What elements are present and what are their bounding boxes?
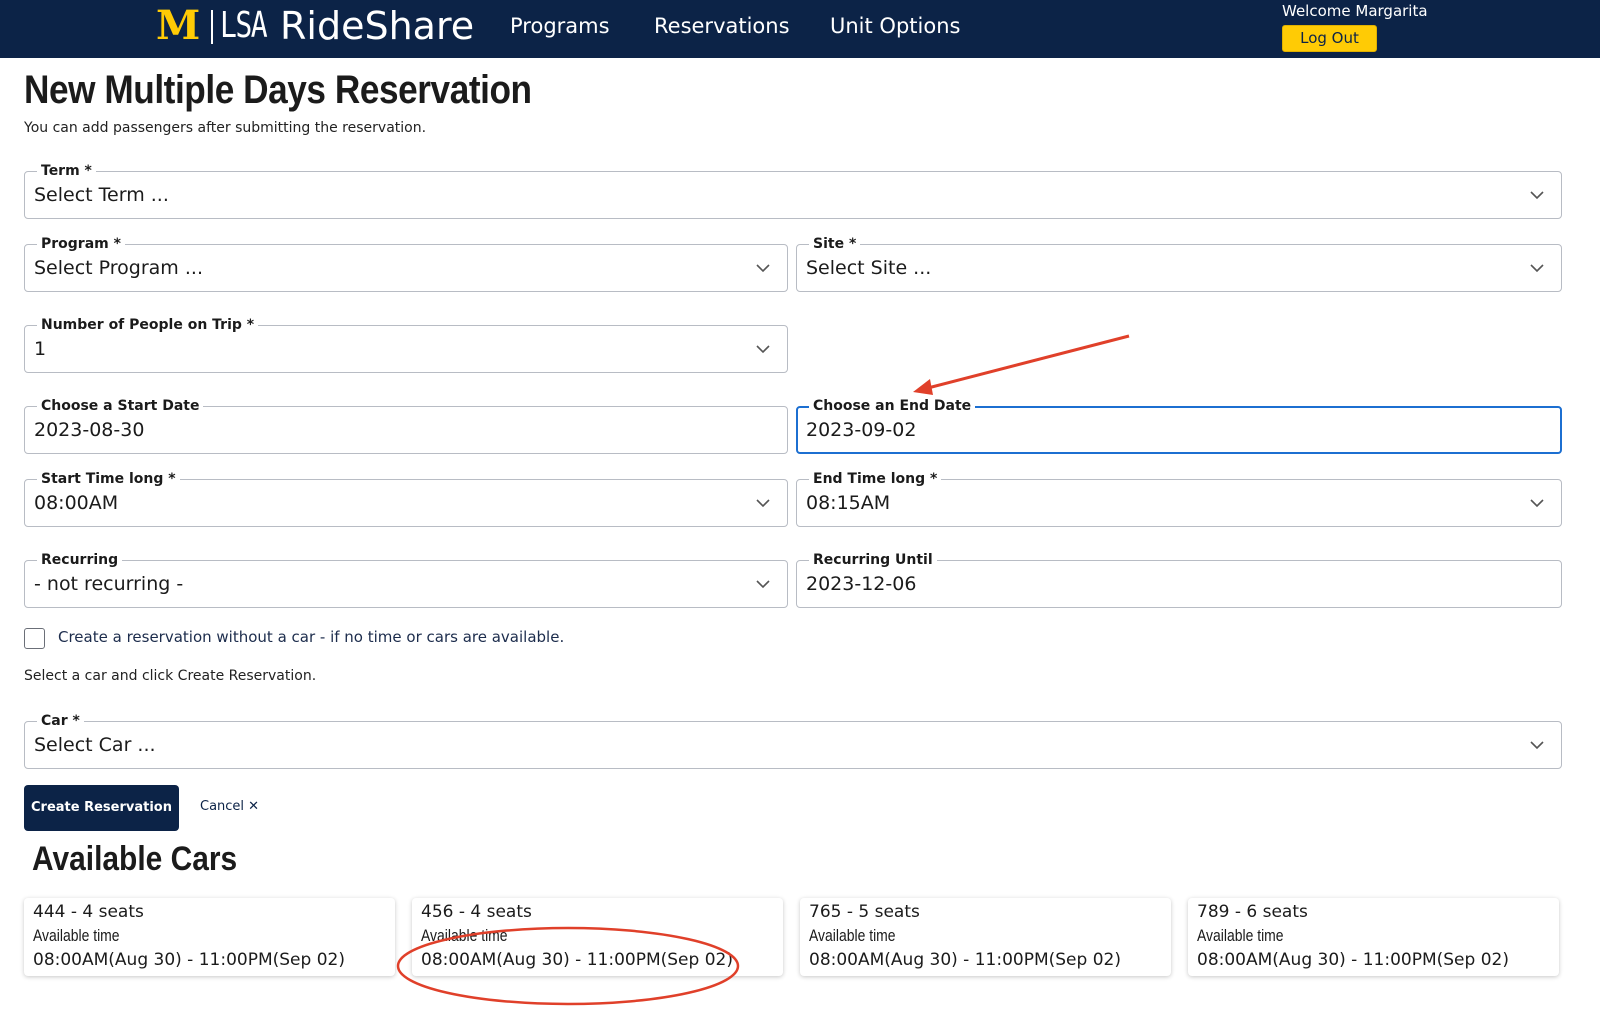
term-value: Select Term ... [34,184,169,206]
nav-unit-options[interactable]: Unit Options [830,12,960,40]
car-card[interactable]: 456 - 4 seats Available time 08:00AM(Aug… [412,898,783,976]
site-select[interactable]: Site * Select Site ... [796,235,1562,292]
chevron-down-icon [1530,741,1544,750]
end-time-value: 08:15AM [806,492,891,514]
page-title: New Multiple Days Reservation [24,68,532,112]
end-date-value: 2023-09-02 [806,419,917,441]
car-card[interactable]: 444 - 4 seats Available time 08:00AM(Aug… [24,898,395,976]
program-value: Select Program ... [34,257,203,279]
recurring-until-label: Recurring Until [809,551,937,569]
welcome-text: Welcome Margarita [1282,2,1428,20]
available-cars-title: Available Cars [32,840,238,878]
chevron-down-icon [756,499,770,508]
program-label: Program * [37,235,125,253]
annotation-arrow [923,334,1130,391]
car-card[interactable]: 765 - 5 seats Available time 08:00AM(Aug… [800,898,1171,976]
car-card-time: 08:00AM(Aug 30) - 11:00PM(Sep 02) [809,950,1121,970]
end-date-input[interactable]: Choose an End Date 2023-09-02 [796,397,1562,454]
car-card-title: 456 - 4 seats [421,902,532,922]
car-label: Car * [37,712,84,730]
car-card-label: Available time [421,926,508,945]
recurring-until-value: 2023-12-06 [806,573,917,595]
nav-programs[interactable]: Programs [510,12,610,40]
recurring-select[interactable]: Recurring - not recurring - [24,551,788,608]
recurring-until-input[interactable]: Recurring Until 2023-12-06 [796,551,1562,608]
program-select[interactable]: Program * Select Program ... [24,235,788,292]
start-date-value: 2023-08-30 [34,419,145,441]
chevron-down-icon [756,264,770,273]
end-time-label: End Time long * [809,470,942,488]
chevron-down-icon [1530,264,1544,273]
lsa-logo-text[interactable]: LSA [220,6,268,46]
end-time-select[interactable]: End Time long * 08:15AM [796,470,1562,527]
start-date-label: Choose a Start Date [37,397,204,415]
car-card[interactable]: 789 - 6 seats Available time 08:00AM(Aug… [1188,898,1559,976]
car-card-label: Available time [809,926,896,945]
logo-divider [211,10,213,44]
site-label: Site * [809,235,861,253]
end-date-label: Choose an End Date [809,397,976,415]
car-card-label: Available time [1197,926,1284,945]
car-instruction-text: Select a car and click Create Reservatio… [24,668,317,684]
start-time-select[interactable]: Start Time long * 08:00AM [24,470,788,527]
people-count-select[interactable]: Number of People on Trip * 1 [24,316,788,373]
people-count-label: Number of People on Trip * [37,316,259,334]
page-subtitle: You can add passengers after submitting … [24,120,427,136]
term-select[interactable]: Term * Select Term ... [24,162,1562,219]
start-time-label: Start Time long * [37,470,180,488]
car-select[interactable]: Car * Select Car ... [24,712,1562,769]
chevron-down-icon [1530,191,1544,200]
recurring-label: Recurring [37,551,123,569]
create-reservation-button[interactable]: Create Reservation [24,785,179,831]
people-count-value: 1 [34,338,47,360]
car-card-time: 08:00AM(Aug 30) - 11:00PM(Sep 02) [33,950,345,970]
arrow-head-icon [913,379,933,395]
car-card-title: 789 - 6 seats [1197,902,1308,922]
car-card-label: Available time [33,926,120,945]
michigan-block-m-logo[interactable]: M [156,6,206,46]
chevron-down-icon [1530,499,1544,508]
car-card-title: 765 - 5 seats [809,902,920,922]
recurring-value: - not recurring - [34,573,184,595]
chevron-down-icon [756,580,770,589]
logout-button[interactable]: Log Out [1282,25,1377,52]
start-time-value: 08:00AM [34,492,119,514]
cancel-button[interactable]: Cancel ✕ [200,797,259,817]
nav-reservations[interactable]: Reservations [654,12,790,40]
chevron-down-icon [756,345,770,354]
no-car-checkbox[interactable] [24,628,45,649]
car-card-time: 08:00AM(Aug 30) - 11:00PM(Sep 02) [421,950,733,970]
car-card-title: 444 - 4 seats [33,902,144,922]
car-value: Select Car ... [34,734,156,756]
start-date-input[interactable]: Choose a Start Date 2023-08-30 [24,397,788,454]
no-car-checkbox-label[interactable]: Create a reservation without a car - if … [58,627,564,647]
app-name[interactable]: RideShare [280,3,474,49]
term-label: Term * [37,162,96,180]
site-value: Select Site ... [806,257,932,279]
car-card-time: 08:00AM(Aug 30) - 11:00PM(Sep 02) [1197,950,1509,970]
top-navbar: M LSA RideShare Programs Reservations Un… [0,0,1600,58]
